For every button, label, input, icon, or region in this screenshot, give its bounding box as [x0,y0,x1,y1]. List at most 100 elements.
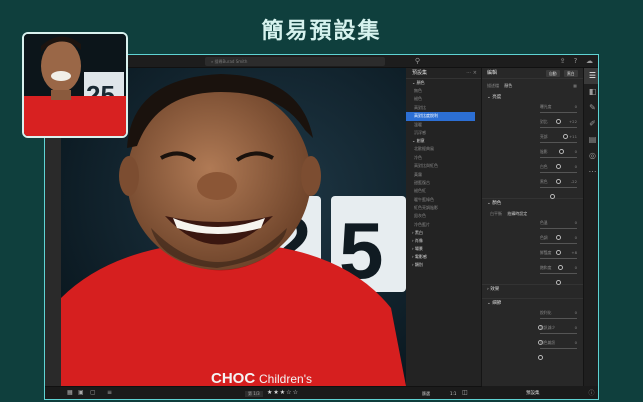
preset-item[interactable]: 高對比度銳利 [406,112,475,121]
slider-track[interactable] [540,243,577,255]
preset-item[interactable]: 暖午藍綠色 [406,196,481,204]
cloud-icon[interactable]: ☁ [585,57,594,66]
edit-header: 編輯 自動 黑白 [482,68,583,79]
slider-track[interactable] [540,127,577,139]
presets-icon[interactable]: ◧ [584,84,598,100]
preset-group[interactable]: › 類別 [406,261,481,269]
linear-gradient-icon[interactable]: ▤ [584,132,598,148]
preset-item[interactable]: 高對比 [406,104,481,112]
presets-more-icon[interactable]: ⋯ × [466,68,477,79]
slider-track[interactable] [540,187,577,199]
preset-item[interactable]: 鉛灰色 [406,212,481,220]
preset-group[interactable]: › 黑白 [406,229,481,237]
group-color[interactable]: ⌄ 顏色 [406,79,481,87]
filter-icon[interactable]: ⚲ [413,57,422,66]
preset-item[interactable]: 黃霧 [406,171,481,179]
help-icon[interactable]: ? [571,57,580,66]
section-light[interactable]: ⌄ 亮度 [482,93,583,103]
preset-item[interactable]: 褪色 [406,95,481,103]
view-detail-icon[interactable]: ▢ [90,389,96,396]
slider-label: 黑色 [540,179,548,184]
slider-label: 色調 [540,235,548,240]
star-icon[interactable]: ★ [280,389,285,396]
view-square-icon[interactable]: ▣ [78,389,84,396]
slider-track[interactable] [537,348,577,360]
slider-value: 0 [574,340,577,345]
auto-button[interactable]: 自動 [546,70,560,77]
search-input[interactable]: ⌕ 搜尋Burad Smith [205,57,385,66]
presets-panel: 預設集 ⋯ × ⌄ 顏色 無色 褪色 高對比 高對比度銳利 溫暖 沉浮感 ⌄ 創意 北歐經… [406,68,482,386]
profile-row[interactable]: 描述檔 顏色 ▦ [482,79,583,93]
slider-row: 黑色 -22 [482,178,583,199]
zoom-label[interactable]: 1:1 [450,391,456,396]
presets-button[interactable]: 預設集 [526,390,540,396]
creative-preset-list: 北歐經典風 冷色 高對比與紅色 黃霧 甜藍復古 褪色紅 暖午藍綠色 紅色亮調陰影 鉛灰色 冷色藍片 [406,145,481,229]
healing-icon[interactable]: ✎ [584,100,598,116]
brush-icon[interactable]: ✐ [584,116,598,132]
filter-label[interactable]: 篩選 [422,391,430,397]
rating-stars[interactable]: ★★★☆☆ [267,389,299,396]
star-icon[interactable]: ★ [273,389,278,396]
view-grid-icon[interactable]: ▦ [67,389,73,396]
preset-item[interactable]: 冷色藍片 [406,221,481,229]
slider-track[interactable] [540,228,577,240]
slider-value: 0 [574,310,577,315]
slider-track[interactable] [537,333,577,345]
sort-icon[interactable]: ≡ [107,389,112,396]
preset-item[interactable]: 褪色紅 [406,187,481,195]
preset-item[interactable]: 無色 [406,87,481,95]
star-icon[interactable]: ★ [267,389,272,396]
slider-row: 鮮豔度 +8 [482,249,583,270]
sliders-icon[interactable]: ☰ [584,68,598,84]
slider-label: 白色 [540,164,548,169]
slider-knob[interactable] [556,279,561,285]
color-sliders: 色溫 0 色調 0 鮮豔度 +8 飽和度 0 [482,219,583,285]
more-icon[interactable]: ⋯ [584,164,598,180]
cloud-sync-icon[interactable]: ⇪ [558,57,567,66]
color-preset-list: 無色 褪色 高對比 高對比度銳利 溫暖 沉浮感 [406,87,481,137]
section-detail[interactable]: ⌄ 細節 [482,299,583,309]
preset-group[interactable]: › 場景 [406,245,481,253]
slider-row: 顏色雜訊 0 [482,339,583,360]
slider-label: 亮部 [540,134,548,139]
profile-grid-icon[interactable]: ▦ [573,79,577,93]
slider-knob[interactable] [549,193,555,199]
slider-knob[interactable] [537,354,543,360]
slider-track[interactable] [540,273,577,285]
group-creative[interactable]: ⌄ 創意 [406,137,481,145]
presets-title: 預設集 ⋯ × [406,68,481,79]
presets-footer: 篩選 1:1 ◫ [406,386,482,399]
preset-item[interactable]: 北歐經典風 [406,145,481,153]
slider-track[interactable] [540,258,577,270]
slider-track[interactable] [540,112,577,124]
slider-label: 雜訊減少 [540,325,556,330]
star-icon[interactable]: ☆ [293,389,298,396]
preset-item[interactable]: 冷色 [406,154,481,162]
preset-item[interactable]: 溫暖 [406,121,481,129]
slider-track[interactable] [540,142,577,154]
edit-footer: 預設集 [482,386,583,399]
section-color[interactable]: ⌄ 顏色 [482,199,583,209]
preset-item[interactable]: 高對比與紅色 [406,162,481,170]
slider-value: 0 [574,220,577,225]
preset-item[interactable]: 沉浮感 [406,129,481,137]
info-icon[interactable]: ⓘ [583,386,598,399]
slider-track[interactable] [540,172,577,184]
section-effects[interactable]: › 效果 [482,285,583,295]
slider-track[interactable] [537,318,577,330]
slider-label: 色溫 [540,220,548,225]
preset-item[interactable]: 紅色亮調陰影 [406,204,481,212]
compare-icon[interactable]: ◫ [462,389,468,396]
preset-group[interactable]: › 電影感 [406,253,481,261]
preset-item[interactable]: 甜藍復古 [406,179,481,187]
star-icon[interactable]: ☆ [286,389,291,396]
light-sliders: 曝光度 0 對比 +22 亮部 +11 陰影 0 白色 0 黑色 -22 [482,103,583,199]
slider-track[interactable] [540,157,577,169]
slider-value: 0 [574,235,577,240]
slider-value: +22 [568,119,577,124]
white-balance-row[interactable]: 白平衡 拍攝時設定 [482,209,583,219]
radial-gradient-icon[interactable]: ◎ [584,148,598,164]
preset-group[interactable]: › 肖像 [406,237,481,245]
bw-button[interactable]: 黑白 [564,70,578,77]
slider-row: 雜訊減少 0 [482,324,583,345]
